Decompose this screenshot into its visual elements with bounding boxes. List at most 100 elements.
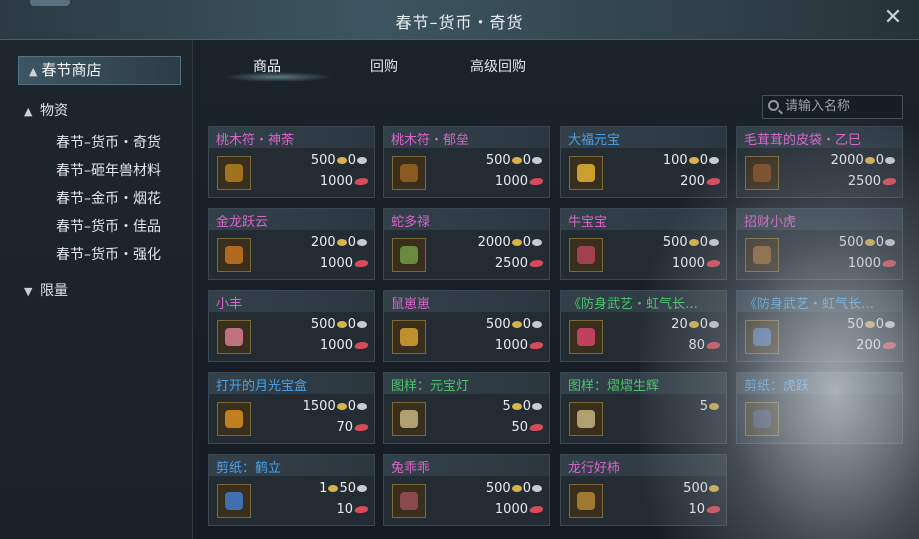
close-icon[interactable]: ✕ bbox=[881, 6, 905, 30]
item-name-bar: 毛茸茸的皮袋・乙巳 bbox=[737, 127, 902, 148]
item-glyph bbox=[225, 328, 243, 346]
silver-coin-icon bbox=[885, 321, 895, 328]
item-name: 桃木符・郁垒 bbox=[391, 133, 470, 148]
item-card[interactable]: 毛茸茸的皮袋・乙巳 2000 0 2500 bbox=[736, 126, 903, 198]
item-name: 兔乖乖 bbox=[391, 461, 431, 476]
search-input[interactable]: 请输入名称 bbox=[762, 95, 903, 119]
red-gem-icon bbox=[353, 178, 370, 185]
sidebar-item-0[interactable]: 春节–货币・奇货 bbox=[56, 132, 161, 152]
silver-price-value: 0 bbox=[522, 153, 531, 168]
item-icon bbox=[217, 238, 251, 272]
silver-price-value: 0 bbox=[699, 235, 708, 250]
item-name-bar: 金龙跃云 bbox=[209, 209, 374, 230]
item-card[interactable]: 剪纸：虎跃 bbox=[736, 372, 903, 444]
gem-price-value: 2500 bbox=[847, 174, 881, 189]
gem-price: 1000 bbox=[320, 338, 370, 353]
item-card[interactable]: 招财小虎 500 0 1000 bbox=[736, 208, 903, 280]
item-icon bbox=[392, 320, 426, 354]
gold-coin-icon bbox=[864, 239, 875, 246]
sidebar-item-3[interactable]: 春节–货币・佳品 bbox=[56, 216, 161, 236]
tab-advanced-buyback[interactable]: 高级回购 bbox=[470, 56, 526, 76]
coin-price-value: 50 bbox=[847, 317, 864, 332]
item-icon bbox=[745, 402, 779, 436]
item-name-bar: 招财小虎 bbox=[737, 209, 902, 230]
silver-coin-icon bbox=[357, 485, 367, 492]
item-glyph bbox=[577, 328, 595, 346]
silver-coin-icon bbox=[885, 157, 895, 164]
item-icon bbox=[217, 156, 251, 190]
sidebar-item-1[interactable]: 春节–砸年兽材料 bbox=[56, 160, 161, 180]
item-card[interactable]: 桃木符・神荼 500 0 1000 bbox=[208, 126, 375, 198]
item-card[interactable]: 龙行好柿 500 10 bbox=[560, 454, 727, 526]
coin-price: 500 0 bbox=[486, 153, 543, 168]
item-card[interactable]: 兔乖乖 500 0 1000 bbox=[383, 454, 550, 526]
gold-coin-icon bbox=[709, 485, 719, 492]
silver-price-value: 50 bbox=[339, 481, 356, 496]
item-icon bbox=[392, 238, 426, 272]
title-bar: 春节–货币・奇货 ✕ bbox=[0, 0, 919, 40]
silver-coin-icon bbox=[532, 403, 542, 410]
item-glyph bbox=[577, 492, 595, 510]
item-name-bar: 《防身武艺・虹气长… bbox=[737, 291, 902, 312]
gold-coin-icon bbox=[709, 403, 719, 410]
item-card[interactable]: 图样：元宝灯 5 0 50 bbox=[383, 372, 550, 444]
item-name: 《防身武艺・虹气长… bbox=[744, 297, 875, 312]
coin-price-value: 500 bbox=[485, 317, 511, 332]
sidebar-category-limited[interactable]: ▼ 限量 bbox=[24, 280, 68, 300]
item-card[interactable]: 《防身武艺・虹气长… 20 0 80 bbox=[560, 290, 727, 362]
item-name-bar: 剪纸：鹤立 bbox=[209, 455, 374, 476]
coin-price: 500 0 bbox=[486, 481, 543, 496]
tab-goods[interactable]: 商品 bbox=[253, 56, 281, 76]
item-card[interactable]: 图样：熠熠生辉 5 bbox=[560, 372, 727, 444]
item-glyph bbox=[400, 492, 418, 510]
gold-coin-icon bbox=[511, 403, 522, 410]
gem-price: 2500 bbox=[495, 256, 545, 271]
item-card[interactable]: 小丰 500 0 1000 bbox=[208, 290, 375, 362]
item-card[interactable]: 金龙跃云 200 0 1000 bbox=[208, 208, 375, 280]
gold-coin-icon bbox=[336, 321, 347, 328]
item-card[interactable]: 打开的月光宝盒 1500 0 70 bbox=[208, 372, 375, 444]
coin-price-value: 500 bbox=[310, 153, 336, 168]
silver-price-value: 0 bbox=[347, 235, 356, 250]
chevron-up-icon: ▲ bbox=[29, 65, 38, 78]
gem-price-value: 50 bbox=[511, 420, 528, 435]
item-card[interactable]: 牛宝宝 500 0 1000 bbox=[560, 208, 727, 280]
sidebar-item-4[interactable]: 春节–货币・强化 bbox=[56, 244, 161, 264]
red-gem-icon bbox=[705, 260, 722, 267]
item-name-bar: 兔乖乖 bbox=[384, 455, 549, 476]
coin-price-value: 500 bbox=[838, 235, 864, 250]
item-card[interactable]: 蛇多禄 2000 0 2500 bbox=[383, 208, 550, 280]
gem-price: 1000 bbox=[495, 338, 545, 353]
item-card[interactable]: 剪纸：鹤立 1 50 10 bbox=[208, 454, 375, 526]
item-glyph bbox=[577, 246, 595, 264]
silver-coin-icon bbox=[532, 321, 542, 328]
red-gem-icon bbox=[528, 178, 545, 185]
item-card[interactable]: 鼠崽崽 500 0 1000 bbox=[383, 290, 550, 362]
silver-price-value: 0 bbox=[699, 317, 708, 332]
item-card[interactable]: 桃木符・郁垒 500 0 1000 bbox=[383, 126, 550, 198]
sidebar-category-supplies[interactable]: ▲ 物资 bbox=[24, 100, 68, 120]
red-gem-icon bbox=[881, 260, 898, 267]
gold-coin-icon bbox=[864, 157, 875, 164]
coin-price: 500 0 bbox=[486, 317, 543, 332]
item-icon bbox=[217, 320, 251, 354]
sidebar-item-2[interactable]: 春节–金币・烟花 bbox=[56, 188, 161, 208]
item-name: 金龙跃云 bbox=[216, 215, 269, 230]
coin-price-value: 100 bbox=[662, 153, 688, 168]
item-icon bbox=[217, 484, 251, 518]
gem-price: 1000 bbox=[848, 256, 898, 271]
tab-buyback[interactable]: 回购 bbox=[370, 56, 398, 76]
coin-price: 500 bbox=[683, 481, 720, 496]
sidebar-category-label: 限量 bbox=[40, 283, 68, 299]
gem-price: 1000 bbox=[672, 256, 722, 271]
coin-price: 500 0 bbox=[311, 153, 368, 168]
sidebar-shop-header[interactable]: ▲ 春节商店 bbox=[18, 56, 181, 85]
item-card[interactable]: 大福元宝 100 0 200 bbox=[560, 126, 727, 198]
item-name: 鼠崽崽 bbox=[391, 297, 431, 312]
coin-price-value: 500 bbox=[662, 235, 688, 250]
item-card[interactable]: 《防身武艺・虹气长… 50 0 200 bbox=[736, 290, 903, 362]
silver-price-value: 0 bbox=[347, 317, 356, 332]
item-icon bbox=[217, 402, 251, 436]
coin-price-value: 500 bbox=[485, 481, 511, 496]
item-glyph bbox=[225, 246, 243, 264]
